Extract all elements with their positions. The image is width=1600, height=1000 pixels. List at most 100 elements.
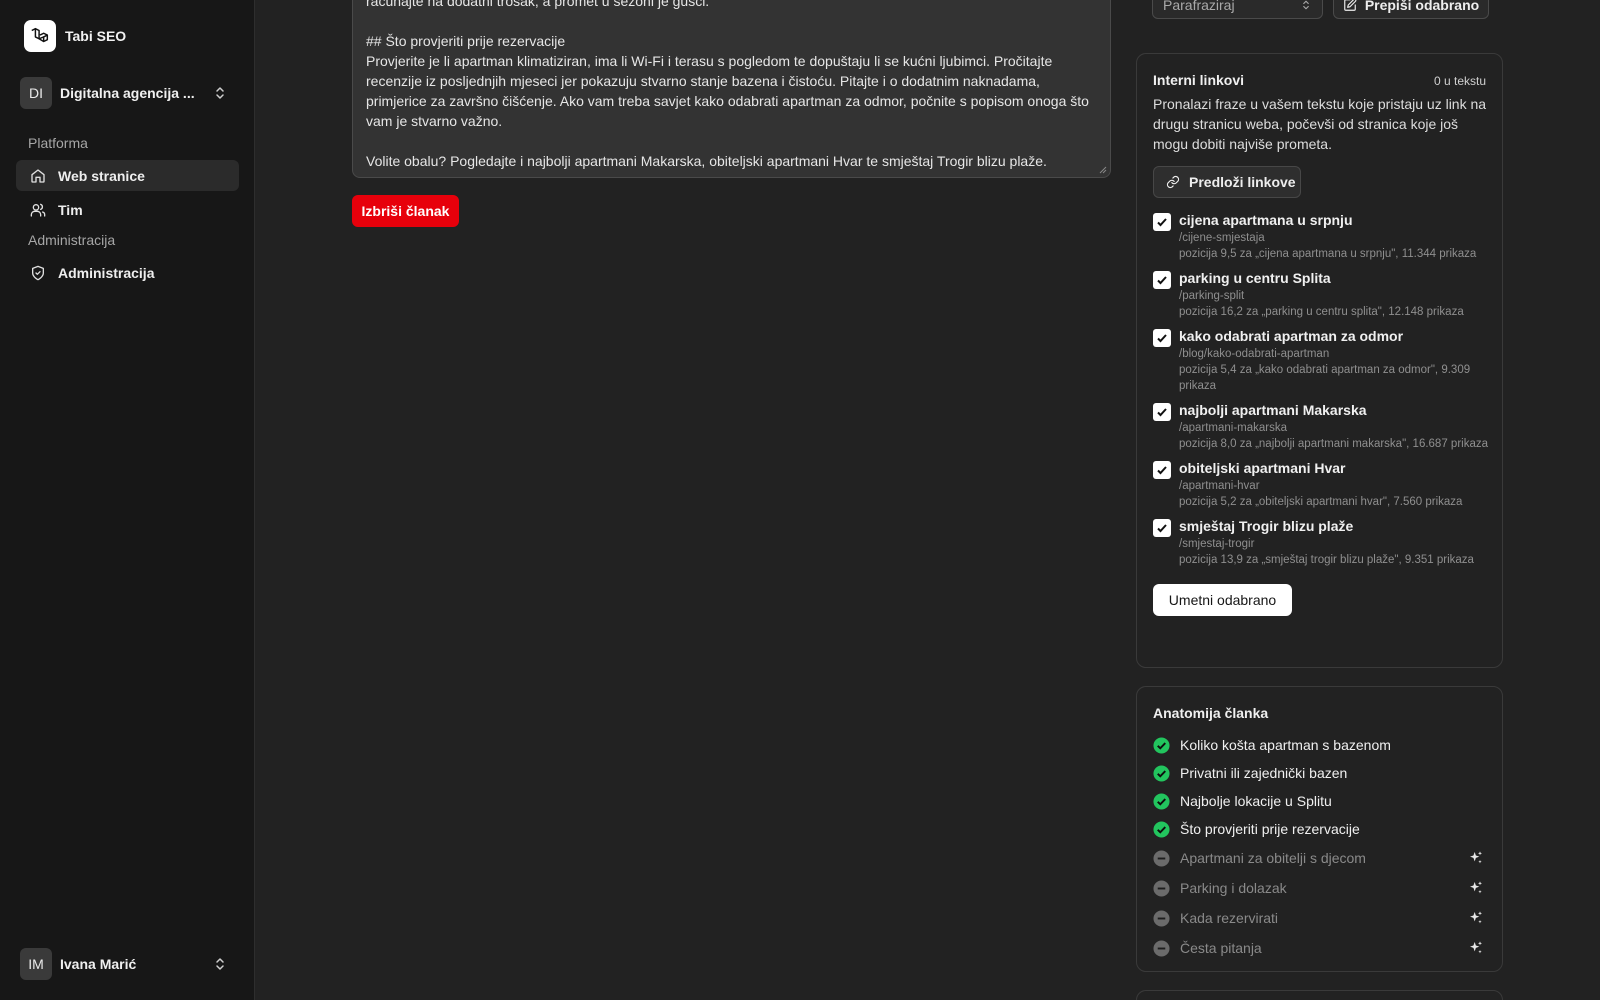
shield-check-icon <box>31 265 44 280</box>
check-circle-icon <box>1153 820 1170 838</box>
link-meta: pozicija 13,9 za „smještaj trogir blizu … <box>1179 554 1474 566</box>
link-meta: pozicija 5,4 za „kako odabrati apartman … <box>1179 364 1471 392</box>
sparkles-icon[interactable] <box>1468 940 1484 956</box>
link-checkbox[interactable] <box>1153 403 1171 421</box>
sidebar-item-label: Administracija <box>58 264 155 281</box>
link-icon <box>1166 175 1180 189</box>
link-checkbox[interactable] <box>1153 271 1171 289</box>
link-title: obiteljski apartmani Hvar <box>1179 460 1346 476</box>
check-circle-icon <box>1153 736 1170 754</box>
check-icon <box>1157 466 1167 475</box>
check-icon <box>1157 334 1167 343</box>
internal-links-card: Interni linkovi 0 u tekstu Pronalazi fra… <box>1136 53 1503 668</box>
team-switcher[interactable]: DI Digitalna agencija ... <box>16 76 238 109</box>
anatomy-item-done: Privatni ili zajednički bazen <box>1153 759 1486 787</box>
anatomy-list: Koliko košta apartman s bazenom Privatni… <box>1153 731 1486 963</box>
link-meta: pozicija 5,2 za „obiteljski apartmani hv… <box>1179 496 1463 508</box>
internal-links-description: Pronalazi fraze u vašem tekstu koje pris… <box>1153 96 1487 152</box>
chevrons-up-down-icon <box>216 957 224 970</box>
nav-group-admin: Administracija <box>28 232 116 248</box>
check-circle-icon <box>1153 764 1170 782</box>
team-name: Digitalna agencija ... <box>60 84 195 101</box>
link-title: cijena apartmana u srpnju <box>1179 212 1353 228</box>
link-url: /cijene-smjestaja <box>1179 232 1265 244</box>
link-title: smještaj Trogir blizu plaže <box>1179 518 1354 534</box>
next-card-edge <box>1136 990 1503 1000</box>
anatomy-item-label: Koliko košta apartman s bazenom <box>1180 737 1391 753</box>
link-meta: pozicija 16,2 za „parking u centru split… <box>1179 306 1464 318</box>
anatomy-item-pending: Apartmani za obitelji s djecom <box>1153 843 1486 873</box>
article-editor[interactable]: računajte na dodatni trošak, a promet u … <box>352 0 1111 178</box>
rewrite-controls: Parafraziraj Prepiši odabrano <box>1152 0 1489 19</box>
anatomy-item-done: Najbolje lokacije u Splitu <box>1153 787 1486 815</box>
brand[interactable]: Tabi SEO <box>24 20 126 52</box>
chevrons-up-down-icon <box>1303 0 1309 10</box>
app-name: Tabi SEO <box>65 28 127 44</box>
anatomy-item-pending: Parking i dolazak <box>1153 873 1486 903</box>
article-anatomy-card: Anatomija članka Koliko košta apartman s… <box>1136 686 1503 972</box>
user-menu[interactable]: IM Ivana Marić <box>16 947 238 980</box>
suggest-links-button[interactable]: Predloži linkove <box>1153 166 1301 198</box>
sidebar-item-label: Web stranice <box>58 167 145 184</box>
link-suggestion-list: cijena apartmana u srpnju /cijene-smjest… <box>1153 210 1488 568</box>
link-suggestion: cijena apartmana u srpnju /cijene-smjest… <box>1153 210 1486 262</box>
check-icon <box>1157 276 1167 285</box>
editor-closing: Volite obalu? Pogledajte i najbolji apar… <box>366 153 1047 169</box>
sparkles-icon[interactable] <box>1468 910 1484 926</box>
link-meta: pozicija 8,0 za „najbolji apartmani maka… <box>1179 438 1488 450</box>
link-url: /apartmani-makarska <box>1179 422 1288 434</box>
link-checkbox[interactable] <box>1153 213 1171 231</box>
link-suggestion: smještaj Trogir blizu plaže /smjestaj-tr… <box>1153 516 1486 568</box>
sidebar-item-web-pages[interactable]: Web stranice <box>16 160 239 191</box>
sidebar: Tabi SEO DI Digitalna agencija ... Platf… <box>0 0 255 1000</box>
link-url: /apartmani-hvar <box>1179 480 1260 492</box>
sparkles-icon[interactable] <box>1468 850 1484 866</box>
anatomy-item-label: Apartmani za obitelji s djecom <box>1180 850 1366 866</box>
check-icon <box>1157 218 1167 227</box>
anatomy-item-label: Najbolje lokacije u Splitu <box>1180 793 1332 809</box>
link-url: /smjestaj-trogir <box>1179 538 1255 550</box>
anatomy-item-label: Što provjeriti prije rezervacije <box>1180 821 1360 837</box>
link-meta: pozicija 9,5 za „cijena apartmana u srpn… <box>1179 248 1477 260</box>
check-icon <box>1157 524 1167 533</box>
editor-partial-line: računajte na dodatni trošak, a promet u … <box>366 0 710 9</box>
link-title: parking u centru Splita <box>1179 270 1331 286</box>
user-name: Ivana Marić <box>60 955 137 972</box>
link-checkbox[interactable] <box>1153 519 1171 537</box>
rewrite-selected-button[interactable]: Prepiši odabrano <box>1333 0 1489 19</box>
minus-circle-icon <box>1153 849 1170 867</box>
insert-selected-button[interactable]: Umetni odabrano <box>1153 584 1292 616</box>
anatomy-item-pending: Kada rezervirati <box>1153 903 1486 933</box>
link-suggestion: parking u centru Splita /parking-split p… <box>1153 268 1486 320</box>
team-avatar: DI <box>20 76 52 109</box>
sparkles-icon[interactable] <box>1468 880 1484 896</box>
sidebar-item-label: Tim <box>58 201 83 218</box>
link-url: /blog/kako-odabrati-apartman <box>1179 348 1330 360</box>
resize-handle-icon[interactable] <box>1097 164 1107 174</box>
anatomy-item-pending: Česta pitanja <box>1153 933 1486 963</box>
rewrite-mode-select[interactable]: Parafraziraj <box>1152 0 1323 19</box>
check-circle-icon <box>1153 792 1170 810</box>
link-checkbox[interactable] <box>1153 461 1171 479</box>
internal-links-count: 0 u tekstu <box>1433 74 1486 88</box>
app-logo-icon <box>24 20 56 52</box>
sidebar-item-admin[interactable]: Administracija <box>16 257 239 288</box>
minus-circle-icon <box>1153 879 1170 897</box>
link-title: najbolji apartmani Makarska <box>1179 402 1367 418</box>
edit-icon <box>1343 0 1357 11</box>
sidebar-item-team[interactable]: Tim <box>16 194 239 225</box>
delete-article-button[interactable]: Izbriši članak <box>352 195 459 227</box>
users-icon <box>30 203 46 217</box>
anatomy-item-label: Privatni ili zajednički bazen <box>1180 765 1348 781</box>
user-avatar: IM <box>20 947 52 980</box>
minus-circle-icon <box>1153 909 1170 927</box>
editor-paragraph: Provjerite je li apartman klimatiziran, … <box>366 53 1089 129</box>
editor-heading: ## Što provjeriti prije rezervacije <box>366 33 566 49</box>
link-title: kako odabrati apartman za odmor <box>1179 328 1404 344</box>
anatomy-item-label: Kada rezervirati <box>1180 910 1279 926</box>
check-icon <box>1157 408 1167 417</box>
anatomy-item-label: Parking i dolazak <box>1180 880 1287 896</box>
chevrons-up-down-icon <box>216 86 224 99</box>
link-checkbox[interactable] <box>1153 329 1171 347</box>
link-suggestion: obiteljski apartmani Hvar /apartmani-hva… <box>1153 458 1486 510</box>
